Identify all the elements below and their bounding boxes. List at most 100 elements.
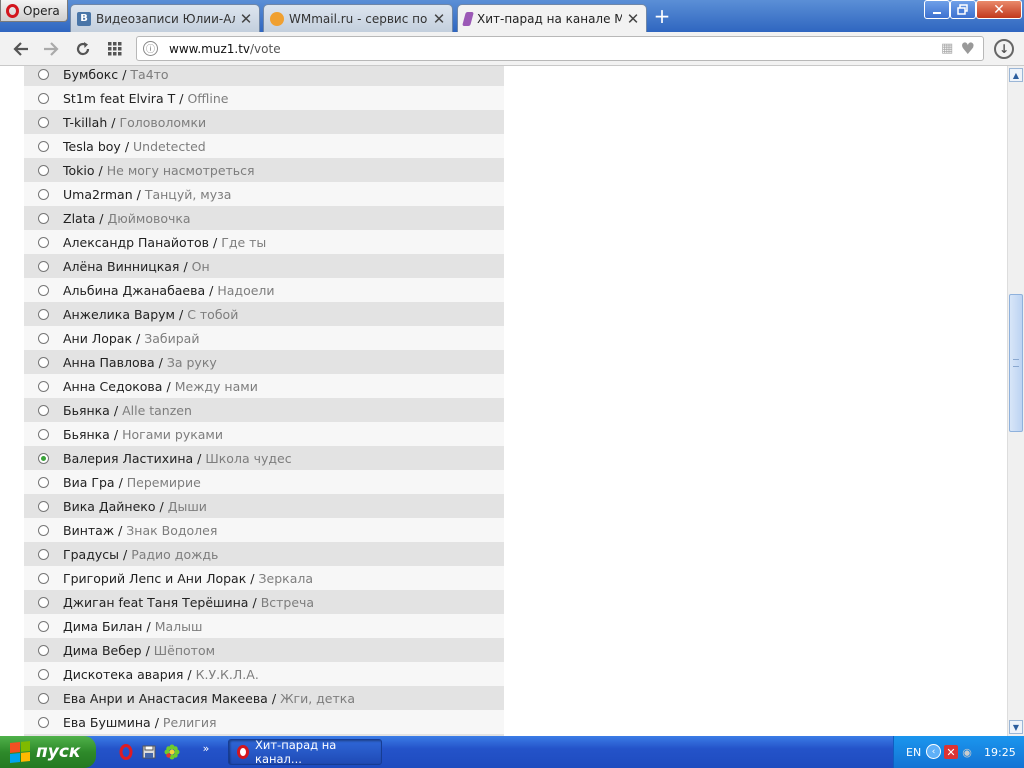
tab-close-icon[interactable]: ✕ (626, 10, 640, 28)
vote-list-item[interactable]: Tokio / Не могу насмотреться (24, 158, 504, 182)
start-button[interactable]: пуск (0, 736, 96, 768)
song-title: Танцуй, муза (144, 186, 232, 202)
opera-menu-button[interactable]: Opera (0, 0, 68, 22)
vote-radio-button[interactable] (38, 308, 49, 320)
vote-radio-button[interactable] (38, 356, 49, 368)
vote-radio-button[interactable] (38, 596, 49, 608)
page-scrollbar[interactable]: ▲ ▼ (1007, 66, 1024, 736)
vote-radio-button[interactable] (38, 188, 49, 200)
vote-list-item[interactable]: Винтаж / Знак Водолея (24, 518, 504, 542)
vote-radio-button[interactable] (38, 164, 49, 176)
vote-list-item[interactable]: Александр Панайотов / Где ты (24, 230, 504, 254)
heart-icon[interactable]: ♥ (961, 40, 975, 57)
vote-list-item[interactable]: Григорий Лепс и Ани Лорак / Зеркала (24, 566, 504, 590)
page-viewport[interactable]: Бумбокс / Та4то St1m feat Elvira T / Offline T… (0, 66, 1007, 736)
tab-close-icon[interactable]: ✕ (239, 10, 253, 28)
vote-radio-button[interactable] (38, 716, 49, 728)
vote-radio-button[interactable] (38, 260, 49, 272)
reload-button[interactable] (72, 38, 94, 60)
vote-radio-button[interactable] (38, 572, 49, 584)
vote-list-item[interactable]: Вика Дайнеко / Дыши (24, 494, 504, 518)
vote-list-item[interactable]: Ани Лорак / Забирай (24, 326, 504, 350)
vote-radio-button[interactable] (38, 68, 49, 80)
quicklaunch-opera-icon[interactable] (118, 744, 134, 760)
vote-list-item[interactable]: Дима Вебер / Шёпотом (24, 638, 504, 662)
vote-radio-button[interactable] (38, 692, 49, 704)
vote-radio-button[interactable] (38, 548, 49, 560)
vote-list-item[interactable]: Дима Билан / Малыш (24, 614, 504, 638)
vote-radio-button[interactable] (38, 140, 49, 152)
artist-name: Альбина Джанабаева (63, 282, 206, 298)
vote-radio-button[interactable] (38, 452, 49, 464)
vote-list-item[interactable]: Ева Анри и Анастасия Макеева / Жги, детка (24, 686, 504, 710)
vote-radio-button[interactable] (38, 428, 49, 440)
vote-list-item[interactable]: Zlata / Дюймовочка (24, 206, 504, 230)
vote-radio-button[interactable] (38, 404, 49, 416)
taskbar-window-opera[interactable]: Хит-парад на канал... (228, 738, 382, 766)
vote-list-item[interactable]: Джиган feat Таня Терёшина / Встреча (24, 590, 504, 614)
show-hidden-icons-chevron-icon[interactable]: ‹ (926, 744, 941, 759)
window-close-button[interactable]: ✕ (976, 0, 1022, 19)
song-title: Религия (162, 714, 217, 730)
separator: / (118, 474, 123, 490)
vote-list-item[interactable]: Анна Седокова / Между нами (24, 374, 504, 398)
scrollbar-thumb[interactable] (1009, 294, 1023, 432)
back-button[interactable] (10, 38, 32, 60)
vote-list-item[interactable]: Анна Павлова / За руку (24, 350, 504, 374)
tab-close-icon[interactable]: ✕ (432, 10, 446, 28)
scroll-down-arrow-icon[interactable]: ▼ (1009, 720, 1023, 734)
vote-list-item[interactable]: Градусы / Радио дождь (24, 542, 504, 566)
vote-radio-button[interactable] (38, 476, 49, 488)
vote-radio-button[interactable] (38, 620, 49, 632)
vote-list-item[interactable]: Альбина Джанабаева / Надоели (24, 278, 504, 302)
vote-list-item[interactable]: St1m feat Elvira T / Offline (24, 86, 504, 110)
vote-list-item[interactable]: Бумбокс / Та4то (24, 66, 504, 86)
url-text[interactable]: www.muz1.tv/vote (169, 42, 281, 56)
vote-list-item[interactable]: Ева Бушмина / Религия (24, 710, 504, 734)
speed-dial-button[interactable] (104, 38, 126, 60)
clock[interactable]: 19:25 (984, 746, 1016, 759)
window-restore-button[interactable] (950, 0, 976, 19)
new-tab-plus-icon[interactable]: + (652, 6, 672, 26)
vote-radio-button[interactable] (38, 332, 49, 344)
vote-list-item[interactable]: Алёна Винницкая / Он (24, 254, 504, 278)
quicklaunch-more-button[interactable]: » (198, 740, 214, 756)
quicklaunch-floppy-icon[interactable] (141, 744, 157, 760)
tab-vk-videos[interactable]: В Видеозаписи Юлии-Александровны ✕ (70, 4, 260, 32)
address-bar[interactable]: ⓘ www.muz1.tv/vote ▦ ♥ (136, 36, 984, 61)
tray-network-icon[interactable]: ◉ (960, 745, 974, 759)
scroll-up-arrow-icon[interactable]: ▲ (1009, 68, 1023, 82)
artist-name: Виа Гра (63, 474, 115, 490)
tab-wmmail[interactable]: WMmail.ru - сервис почтовых рассылок ✕ (263, 4, 453, 32)
vote-radio-button[interactable] (38, 380, 49, 392)
forward-button[interactable] (40, 38, 62, 60)
vote-radio-button[interactable] (38, 116, 49, 128)
vote-radio-button[interactable] (38, 668, 49, 680)
vote-list-item[interactable]: Валерия Ластихина / Школа чудес (24, 446, 504, 470)
vote-radio-button[interactable] (38, 92, 49, 104)
vote-radio-button[interactable] (38, 644, 49, 656)
stash-grid-icon[interactable]: ▦ (941, 42, 955, 56)
vote-radio-button[interactable] (38, 212, 49, 224)
vote-list-item[interactable]: Дискотека авария / К.У.К.Л.А. (24, 662, 504, 686)
window-minimize-button[interactable] (924, 0, 950, 19)
vote-list-item[interactable]: Uma2rman / Танцуй, муза (24, 182, 504, 206)
vote-list-item[interactable]: Tesla boy / Undetected (24, 134, 504, 158)
language-indicator[interactable]: EN (906, 746, 921, 759)
vote-list-item[interactable]: Бьянка / Ногами руками (24, 422, 504, 446)
tab-muz-hit-parade[interactable]: Хит-парад на канале Муз-ТВ ✕ (457, 4, 647, 32)
vote-list-item[interactable]: T-killah / Головоломки (24, 110, 504, 134)
site-info-icon[interactable]: ⓘ (143, 41, 158, 56)
vote-list-item[interactable]: Виа Гра / Перемирие (24, 470, 504, 494)
muz-favicon-icon (462, 11, 474, 26)
song-title: Дыши (167, 498, 207, 514)
vote-radio-button[interactable] (38, 500, 49, 512)
vote-list-item[interactable]: Бьянка / Alle tanzen (24, 398, 504, 422)
vote-radio-button[interactable] (38, 524, 49, 536)
vote-radio-button[interactable] (38, 236, 49, 248)
vote-radio-button[interactable] (38, 284, 49, 296)
quicklaunch-icq-flower-icon[interactable] (164, 744, 180, 760)
downloads-button[interactable]: ↓ (994, 39, 1014, 59)
tray-security-icon[interactable]: ✕ (944, 745, 958, 759)
vote-list-item[interactable]: Анжелика Варум / С тобой (24, 302, 504, 326)
